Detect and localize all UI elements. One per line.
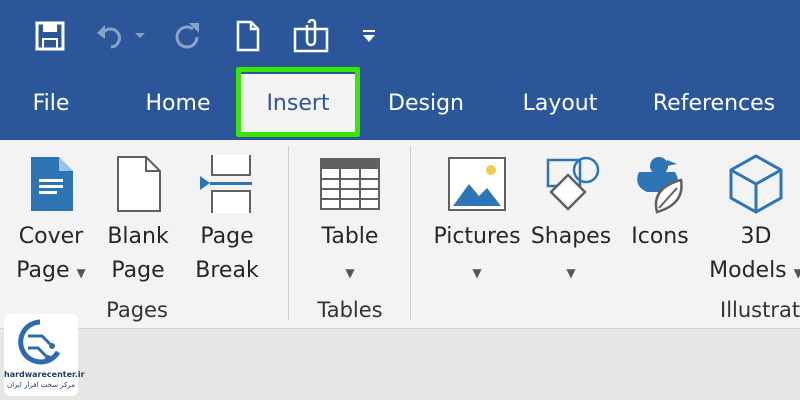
group-separator [410,146,411,320]
tab-layout[interactable]: Layout [508,74,612,132]
chevron-down-icon: ▼ [793,266,800,280]
page-break-label-2: Break [195,258,259,283]
chevron-down-icon: ▼ [566,266,576,280]
insert-tab-highlight [236,67,360,137]
pictures-label: Pictures [433,224,521,249]
3d-models-label-1: 3D [740,224,772,249]
tab-home[interactable]: Home [124,74,232,132]
tab-references-label: References [652,90,776,116]
hardwarecenter-logo: hardwarecenter.ir مرکز سخت افزار ایران [4,314,85,396]
table-label: Table [321,224,379,249]
tab-layout-label: Layout [522,90,598,116]
cover-page-button[interactable]: Cover Page ▼ [8,148,94,290]
customize-qat-icon[interactable] [358,14,380,58]
group-label-illustrations: Illustrat [720,298,800,322]
group-separator [288,146,289,320]
cube-icon [706,148,800,220]
pictures-button[interactable]: Pictures ▼ [428,148,526,290]
tab-references[interactable]: References [640,74,788,132]
tab-design-label: Design [388,90,464,116]
cover-page-label-1: Cover [18,224,84,249]
group-label-tables: Tables [317,298,383,322]
circuit-logo-icon [18,319,61,365]
tab-design[interactable]: Design [374,74,478,132]
page-break-label-1: Page [200,224,254,249]
icons-insert-icon [622,148,698,220]
save-icon[interactable] [28,14,72,58]
tab-file[interactable]: File [14,74,88,132]
table-icon [306,148,394,220]
redo-icon[interactable] [166,14,206,58]
3d-models-label-2: Models [709,258,787,283]
tab-file-label: File [32,90,70,116]
icons-button[interactable]: Icons [622,148,698,254]
page-break-icon [184,148,270,220]
undo-icon[interactable] [92,14,132,58]
chevron-down-icon: ▼ [472,266,482,280]
shapes-label: Shapes [530,224,612,249]
chevron-down-icon: ▼ [345,266,355,280]
icons-label: Icons [631,224,689,249]
undo-dropdown-icon[interactable] [132,14,148,58]
new-document-icon[interactable] [228,14,268,58]
shapes-button[interactable]: Shapes ▼ [528,148,614,290]
logo-tagline-text: مرکز سخت افزار ایران [6,381,76,389]
blank-page-label-2: Page [111,258,165,283]
cover-page-icon [8,148,94,220]
3d-models-button[interactable]: 3D Models ▼ [706,148,800,290]
group-label-pages: Pages [106,298,168,322]
blank-page-icon [98,148,178,220]
pictures-icon [428,148,526,220]
blank-page-label-1: Blank [107,224,169,249]
page-break-button[interactable]: Page Break [184,148,270,288]
blank-page-button[interactable]: Blank Page [98,148,178,288]
tab-home-label: Home [145,90,211,116]
table-button[interactable]: Table ▼ [306,148,394,290]
logo-site-text: hardwarecenter.ir [4,370,85,379]
cover-page-label-2: Page [16,258,70,283]
chevron-down-icon: ▼ [76,266,86,280]
shapes-icon [528,148,614,220]
attach-file-icon[interactable] [288,14,334,58]
